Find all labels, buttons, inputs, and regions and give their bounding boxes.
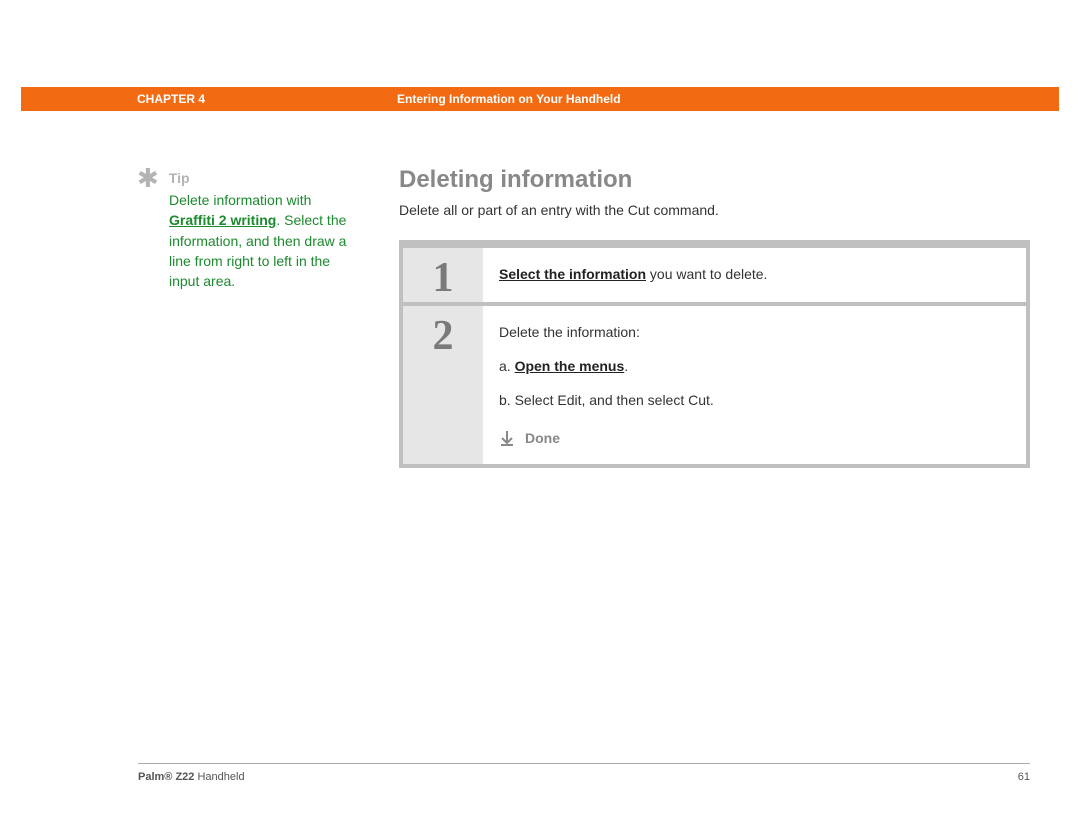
footer-divider [138, 763, 1030, 764]
step-number: 2 [403, 306, 483, 464]
section-title: Entering Information on Your Handheld [205, 92, 621, 106]
step2-line1: Delete the information: [499, 324, 1010, 340]
down-arrow-icon [499, 430, 515, 446]
open-menus-link[interactable]: Open the menus [515, 358, 625, 374]
sub-a-prefix: a. [499, 358, 515, 374]
step1-suffix: you want to delete. [646, 266, 767, 282]
intro-text: Delete all or part of an entry with the … [399, 202, 1030, 218]
tip-header: ✱ Tip [137, 170, 357, 186]
graffiti-link[interactable]: Graffiti 2 writing [169, 212, 276, 228]
done-row: Done [499, 430, 1010, 446]
page-footer: Palm® Z22 Handheld 61 [138, 771, 1030, 783]
steps-container: 1 Select the information you want to del… [399, 240, 1030, 468]
tip-sidebar: ✱ Tip Delete information with Graffiti 2… [137, 170, 357, 291]
step-row: 1 Select the information you want to del… [403, 248, 1026, 302]
tip-label: Tip [169, 170, 190, 186]
footer-brand: Palm® Z22 Handheld [138, 771, 245, 783]
chapter-label: CHAPTER 4 [21, 92, 205, 106]
step-number: 1 [403, 248, 483, 302]
step-body: Select the information you want to delet… [483, 248, 1026, 302]
step-body: Delete the information: a. Open the menu… [483, 306, 1026, 464]
footer-brand-rest: Handheld [194, 771, 244, 783]
done-label: Done [525, 430, 560, 446]
footer-brand-bold: Palm® Z22 [138, 771, 194, 783]
asterisk-icon: ✱ [137, 172, 159, 185]
tip-body: Delete information with Graffiti 2 writi… [169, 190, 357, 291]
select-info-link[interactable]: Select the information [499, 266, 646, 282]
step-row: 2 Delete the information: a. Open the me… [403, 306, 1026, 464]
chapter-header-bar: CHAPTER 4 Entering Information on Your H… [21, 87, 1059, 111]
tip-text-before: Delete information with [169, 192, 311, 208]
step2-sub-b: b. Select Edit, and then select Cut. [499, 392, 1010, 408]
sub-a-suffix: . [624, 358, 628, 374]
step2-sub-a: a. Open the menus. [499, 358, 1010, 374]
page-title: Deleting information [399, 166, 1030, 194]
page-number: 61 [1018, 771, 1030, 783]
main-content: Deleting information Delete all or part … [399, 166, 1030, 468]
